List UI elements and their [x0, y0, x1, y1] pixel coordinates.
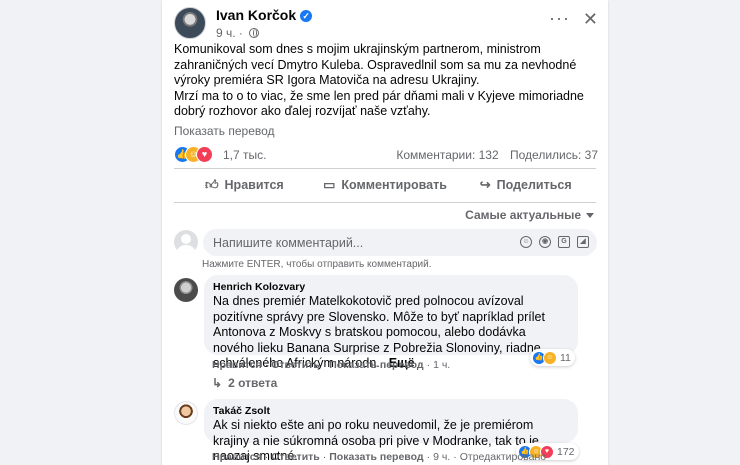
comment-reply-button[interactable]: Ответить [271, 451, 320, 463]
author-name[interactable]: Ivan Korčok [216, 7, 296, 23]
emoji-icon[interactable]: ☺ [520, 236, 532, 248]
show-translation-link[interactable]: Показать перевод [174, 124, 275, 138]
comment-reactions-count: 11 [560, 351, 571, 364]
comments-count[interactable]: Комментарии: 132 [396, 148, 498, 162]
comment-actions: Нравится · Ответить · Показать перевод · 9 ч. ·… [212, 451, 547, 463]
commenter-avatar[interactable] [174, 278, 198, 302]
comment-hint: Нажмите ENTER, чтобы отправить комментар… [202, 259, 432, 270]
comment-sort-dropdown[interactable]: Самые актуальные [465, 208, 594, 222]
comment-translate-link[interactable]: Показать перевод [329, 359, 423, 371]
comment-like-button[interactable]: Нравится [212, 359, 262, 371]
share-label: Поделиться [496, 178, 572, 192]
haha-reaction-icon: ☺ [543, 350, 557, 365]
post-card: Ivan Korčok ✓ 9 ч. · ··· ✕ Komunikoval so… [162, 0, 608, 465]
current-user-avatar[interactable] [174, 230, 198, 254]
reactions-count[interactable]: 1,7 тыс. [223, 148, 266, 162]
divider [174, 168, 596, 169]
comment-bubble: Takáč Zsolt Ak si niekto ešte ani po rok… [204, 399, 578, 463]
post-paragraph: Mrzí ma to o to viac, že sme len pred pá… [174, 88, 584, 119]
commenter-name[interactable]: Takáč Zsolt [213, 405, 569, 417]
camera-icon[interactable]: ◉ [539, 236, 551, 248]
like-label: Нравится [224, 178, 284, 192]
like-button[interactable]: 👍︎ Нравится [174, 170, 315, 200]
author-avatar[interactable] [174, 7, 206, 39]
comment-icon: ▭ [323, 177, 336, 192]
comment-button[interactable]: ▭ Комментировать [315, 170, 456, 200]
reply-arrow-icon: ↳ [212, 376, 223, 390]
love-reaction-icon[interactable]: ♥ [196, 146, 213, 163]
view-replies-link[interactable]: ↳ 2 ответа [212, 376, 277, 390]
comment-time[interactable]: 1 ч. [433, 359, 450, 371]
shares-count[interactable]: Поделились: 37 [510, 148, 598, 162]
comment-reply-button[interactable]: Ответить [271, 359, 320, 371]
verified-badge-icon: ✓ [300, 10, 313, 22]
divider [174, 202, 596, 203]
comment-bubble: Henrich Kolozvary Na dnes premiér Matelk… [204, 275, 578, 370]
reactions-summary: 👍 ☺ ♥ 1,7 тыс. Комментарии: 132 Поделили… [174, 146, 598, 164]
comment-actions: Нравится · Ответить · Показать перевод · 1 ч. [212, 359, 451, 371]
more-icon[interactable]: ··· [549, 9, 570, 27]
post-time[interactable]: 9 ч. [216, 26, 236, 40]
post-text: Komunikoval som dnes s mojim ukrajinským… [174, 42, 599, 120]
gif-icon[interactable]: G [558, 236, 570, 248]
comment-input-box: ☺ ◉ G ◢ [203, 229, 597, 256]
post-paragraph: Komunikoval som dnes s mojim ukrajinským… [174, 42, 577, 87]
close-icon[interactable]: ✕ [583, 9, 598, 30]
globe-icon [249, 28, 260, 38]
commenter-avatar[interactable] [174, 401, 198, 425]
comment-time[interactable]: 9 ч. [433, 451, 450, 463]
comment-reactions[interactable]: 👍 ☺ 11 [530, 349, 575, 366]
caret-down-icon [586, 213, 594, 218]
replies-count: 2 ответа [228, 376, 278, 390]
sticker-icon[interactable]: ◢ [577, 236, 589, 248]
share-button[interactable]: ↪ Поделиться [455, 170, 596, 200]
edited-label[interactable]: Отредактировано [460, 451, 546, 463]
comment-translate-link[interactable]: Показать перевод [329, 451, 423, 463]
comment-reactions-count: 172 [557, 445, 575, 458]
post-header: Ivan Korčok ✓ 9 ч. · ··· ✕ [174, 5, 598, 40]
comment-input[interactable] [213, 229, 513, 256]
sort-label: Самые актуальные [465, 208, 581, 222]
thumbs-up-icon: 👍︎ [204, 177, 219, 192]
comment-label: Комментировать [341, 178, 447, 192]
share-icon: ↪ [479, 177, 491, 192]
commenter-name[interactable]: Henrich Kolozvary [213, 281, 569, 293]
post-actions: 👍︎ Нравится ▭ Комментировать ↪ Поделитьс… [174, 170, 596, 200]
comment-like-button[interactable]: Нравится [212, 451, 262, 463]
